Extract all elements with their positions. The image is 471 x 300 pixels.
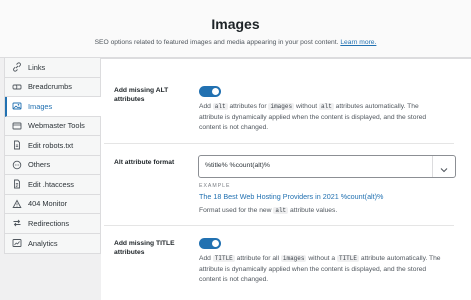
sidebar-item-label: 404 Monitor <box>28 199 68 209</box>
alt-format-label: Alt attribute format <box>114 159 175 166</box>
chevron-down-icon[interactable] <box>439 162 449 173</box>
breadcrumbs-icon <box>12 82 22 92</box>
sidebar-item-label: Analytics <box>28 238 58 248</box>
analytics-icon <box>12 238 22 248</box>
redirect-icon <box>12 218 22 228</box>
page-subtitle: SEO options related to featured images a… <box>0 39 471 46</box>
learn-more-link[interactable]: Learn more. <box>340 39 376 46</box>
desc-text: Add <box>199 255 211 262</box>
page-header: Images SEO options related to featured i… <box>0 0 471 58</box>
sidebar-item-404-monitor[interactable]: 404 Monitor <box>5 195 101 214</box>
desc-text: attribute for all <box>236 255 280 262</box>
alt-format-value: %title% %count(alt)% <box>205 162 270 169</box>
alt-setting-description: Add alt attributes for images without al… <box>199 102 455 134</box>
code-alt: alt <box>319 103 334 110</box>
sidebar-item-label: Webmaster Tools <box>28 121 85 131</box>
sidebar-item-label: Breadcrumbs <box>28 82 72 92</box>
sidebar-item-images[interactable]: Images <box>5 97 101 117</box>
others-icon <box>12 160 22 170</box>
sidebar-item-webmaster-tools[interactable]: Webmaster Tools <box>5 117 101 136</box>
sidebar-item-label: Redirections <box>28 218 70 228</box>
code-title: TITLE <box>336 255 359 262</box>
sidebar-item-breadcrumbs[interactable]: Breadcrumbs <box>5 78 101 97</box>
toggle-knob <box>212 88 219 95</box>
settings-sidebar: Links Breadcrumbs Images Webmaster Tools… <box>4 58 101 254</box>
desc-text: without <box>295 103 318 110</box>
sidebar-item-label: Edit robots.txt <box>28 140 74 150</box>
example-value: The 18 Best Web Hosting Providers in 202… <box>199 192 384 201</box>
toggle-knob <box>212 240 219 247</box>
alt-format-hint: Format used for the new alt attribute va… <box>199 207 337 214</box>
code-images: images <box>268 103 295 110</box>
sidebar-item-others[interactable]: Others <box>5 156 101 175</box>
code-alt: alt <box>273 207 289 214</box>
hint-text: Format used for the new <box>199 207 272 214</box>
sidebar-item-links[interactable]: Links <box>5 58 101 78</box>
code-title: TITLE <box>212 255 235 262</box>
title-setting-label: Add missing TITLE attributes <box>114 239 175 257</box>
title-setting-description: Add TITLE attribute for all images witho… <box>199 254 455 286</box>
desc-line2: attribute is dynamically applied when th… <box>199 113 427 121</box>
code-images: images <box>280 255 307 262</box>
row-divider <box>104 225 454 226</box>
alt-setting-label-line1: Add missing ALT <box>114 87 169 94</box>
robots-file-icon <box>12 140 22 150</box>
monitor-icon <box>12 199 22 209</box>
desc-text: Add <box>199 103 211 110</box>
desc-text: attributes for <box>229 103 267 110</box>
title-setting-label-line1: Add missing TITLE <box>114 240 175 247</box>
image-icon <box>12 101 22 111</box>
example-label: EXAMPLE <box>199 183 231 189</box>
sidebar-item-label: Links <box>28 62 46 72</box>
page-subtitle-text: SEO options related to featured images a… <box>94 39 339 46</box>
link-icon <box>12 62 22 72</box>
desc-text: without a <box>308 255 336 262</box>
sidebar-item-htaccess[interactable]: Edit .htaccess <box>5 175 101 195</box>
page-title: Images <box>211 16 260 32</box>
sidebar-item-robots[interactable]: Edit robots.txt <box>5 136 101 156</box>
desc-line3: content is not changed. <box>199 276 269 283</box>
sidebar-item-label: Others <box>28 160 51 170</box>
code-alt: alt <box>212 103 228 110</box>
select-separator <box>432 156 433 177</box>
sidebar-item-redirections[interactable]: Redirections <box>5 214 101 234</box>
title-attributes-toggle[interactable] <box>199 238 221 249</box>
desc-line3: content is not changed. <box>199 124 269 131</box>
webmaster-tools-icon <box>12 121 22 131</box>
desc-text: attribute automatically. The <box>360 255 441 262</box>
alt-format-select[interactable]: %title% %count(alt)% <box>198 155 456 178</box>
row-divider <box>104 143 454 144</box>
alt-setting-label: Add missing ALT attributes <box>114 86 168 104</box>
sidebar-item-label: Images <box>28 101 53 111</box>
desc-line2: attribute is dynamically applied when th… <box>199 265 427 273</box>
sidebar-item-analytics[interactable]: Analytics <box>5 234 101 254</box>
sidebar-item-label: Edit .htaccess <box>28 179 75 189</box>
alt-attributes-toggle[interactable] <box>199 86 221 97</box>
desc-text: attributes automatically. The <box>335 103 419 110</box>
hint-text: attribute values. <box>290 207 338 214</box>
alt-setting-label-line2: attributes <box>114 96 145 103</box>
title-setting-label-line2: attributes <box>114 249 145 256</box>
htaccess-file-icon <box>12 179 22 189</box>
